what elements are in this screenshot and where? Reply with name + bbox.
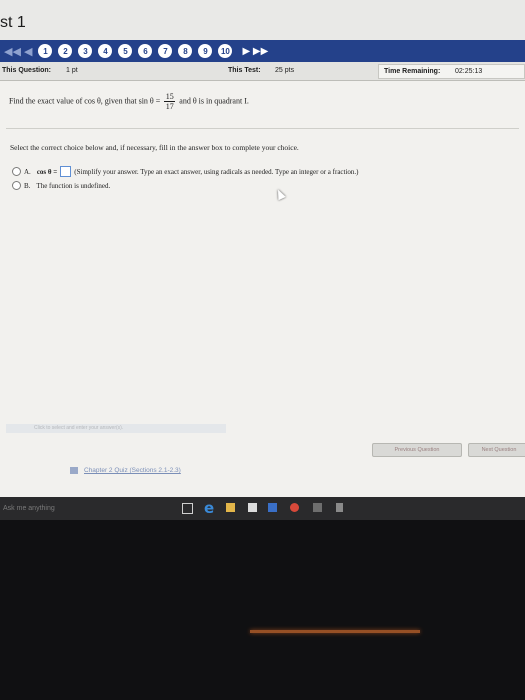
fraction-numerator: 15 [165, 92, 174, 101]
hint-bar: Click to select and enter your answer(s)… [6, 424, 226, 433]
question-prefix: Find the exact value of cos θ, given tha… [9, 96, 161, 106]
question-nav-bar: ◀◀ ◀ 1 2 3 4 5 6 7 8 9 10 ▶ ▶▶ [0, 40, 525, 62]
time-remaining-value: 02:25:13 [455, 68, 483, 75]
fraction-denominator: 17 [165, 102, 174, 111]
task-view-icon[interactable] [182, 503, 193, 514]
store-icon[interactable] [248, 503, 257, 512]
question-button-3[interactable]: 3 [78, 44, 93, 58]
divider [6, 128, 519, 129]
app-icon[interactable] [268, 503, 277, 512]
question-button-6[interactable]: 6 [138, 44, 153, 58]
question-button-8[interactable]: 8 [178, 44, 193, 58]
this-test-label: This Test: [228, 67, 261, 74]
time-remaining-label: Time Remaining: [384, 68, 441, 75]
question-suffix: and θ is in quadrant I. [179, 96, 249, 106]
choice-b-label: B. [24, 181, 31, 190]
taskbar-search-input[interactable]: Ask me anything [0, 497, 143, 520]
choice-a-hint: (Simplify your answer. Type an exact ans… [74, 167, 359, 176]
choice-a-label: A. [24, 167, 31, 176]
file-explorer-icon[interactable] [226, 503, 235, 512]
nav-next-arrows[interactable]: ▶ ▶▶ [242, 46, 268, 57]
time-remaining-box: Time Remaining: 02:25:13 [378, 64, 525, 79]
nav-back-arrows[interactable]: ◀◀ ◀ [4, 45, 32, 58]
instructions: Select the correct choice below and, if … [10, 143, 299, 152]
choice-a-radio[interactable] [12, 167, 21, 176]
browser-screen: st 1 ◀◀ ◀ 1 2 3 4 5 6 7 8 9 10 ▶ ▶▶ This… [0, 0, 525, 520]
window-title: st 1 [0, 14, 26, 31]
title-bar: st 1 [0, 0, 525, 40]
info-bar: This Question: 1 pt This Test: 25 pts Ti… [0, 62, 525, 81]
chapter-link[interactable]: Chapter 2 Quiz (Sections 2.1-2.3) [84, 467, 181, 474]
question-button-7[interactable]: 7 [158, 44, 173, 58]
question-button-10[interactable]: 10 [218, 44, 233, 58]
chapter-link-row[interactable]: Chapter 2 Quiz (Sections 2.1-2.3) [70, 467, 181, 474]
previous-question-button[interactable]: Previous Question [372, 443, 462, 457]
edge-browser-icon[interactable]: e [204, 499, 214, 517]
choice-b[interactable]: B. The function is undefined. [12, 181, 110, 190]
app-icon-2[interactable] [313, 503, 322, 512]
choice-a-prefix: cos θ = [36, 167, 58, 176]
choice-a[interactable]: A. cos θ = (Simplify your answer. Type a… [12, 166, 359, 177]
question-button-4[interactable]: 4 [98, 44, 113, 58]
this-question-label: This Question: [2, 67, 51, 74]
sine-fraction: 15 17 [164, 92, 176, 111]
desk-glow [250, 630, 420, 633]
app-icon-3[interactable] [336, 503, 343, 512]
taskbar: Ask me anything e [0, 497, 525, 520]
choice-b-text: The function is undefined. [36, 181, 111, 190]
question-button-9[interactable]: 9 [198, 44, 213, 58]
question-text: Find the exact value of cos θ, given tha… [9, 92, 514, 128]
question-button-1[interactable]: 1 [38, 44, 53, 58]
mouse-cursor-icon [274, 187, 286, 201]
choice-b-radio[interactable] [12, 181, 21, 190]
chrome-icon[interactable] [290, 503, 299, 512]
question-button-2[interactable]: 2 [58, 44, 73, 58]
answer-input-box[interactable] [60, 166, 72, 177]
this-test-value: 25 pts [275, 67, 295, 74]
next-question-button[interactable]: Next Question [468, 443, 525, 457]
question-button-5[interactable]: 5 [118, 44, 133, 58]
quiz-icon [70, 467, 78, 474]
this-question-value: 1 pt [66, 67, 78, 74]
